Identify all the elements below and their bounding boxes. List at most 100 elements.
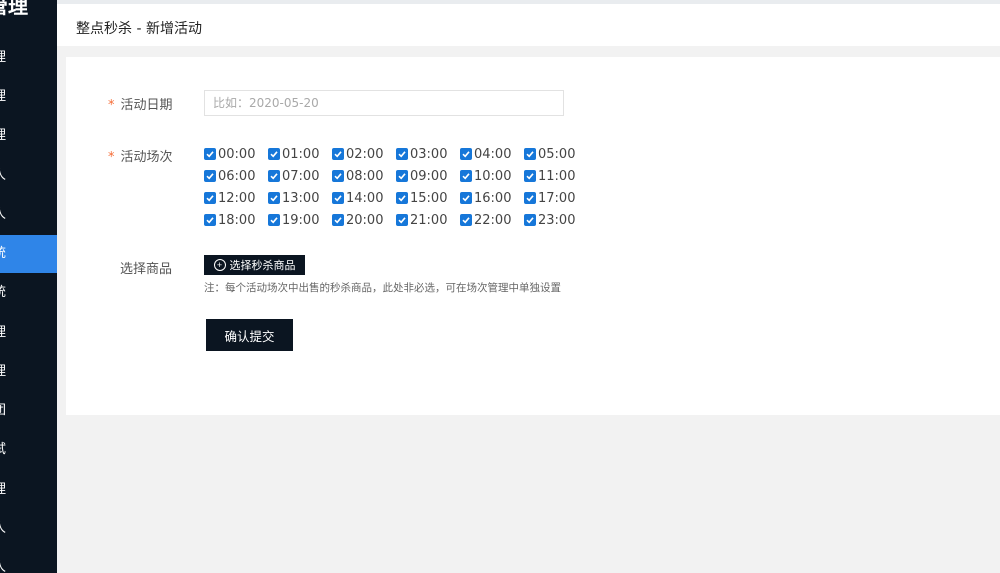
page-title: 整点秒杀 - 新增活动 [76, 21, 202, 37]
session-checkbox[interactable]: 01:00 [268, 144, 319, 164]
session-time: 04:00 [474, 146, 512, 162]
checkmark-icon [460, 170, 472, 182]
checkmark-icon [332, 214, 344, 226]
session-time: 12:00 [218, 190, 256, 206]
session-time: 14:00 [346, 190, 384, 206]
session-time: 08:00 [346, 168, 384, 184]
sidebar-item[interactable]: 统 [0, 235, 57, 273]
checkmark-icon [396, 214, 408, 226]
session-time: 21:00 [410, 212, 448, 228]
session-checkbox[interactable]: 02:00 [332, 144, 383, 164]
checkmark-icon [268, 192, 280, 204]
session-time: 03:00 [410, 146, 448, 162]
required-mark: * [108, 150, 115, 165]
submit-button[interactable]: 确认提交 [206, 319, 293, 351]
checkmark-icon [524, 170, 536, 182]
checkmark-icon [396, 170, 408, 182]
session-checkbox[interactable]: 14:00 [332, 188, 383, 208]
date-input[interactable] [204, 90, 564, 116]
session-checkbox[interactable]: 16:00 [460, 188, 511, 208]
checkmark-icon [332, 148, 344, 160]
session-time: 23:00 [538, 212, 576, 228]
checkmark-icon [204, 214, 216, 226]
sidebar-item[interactable]: 人 [0, 157, 57, 195]
checkmark-icon [204, 170, 216, 182]
session-checkbox[interactable]: 23:00 [524, 210, 575, 230]
sidebar-item[interactable]: 人 [0, 510, 57, 548]
date-label: * 活动日期 [108, 98, 173, 113]
sidebar-item[interactable]: 理 [0, 353, 57, 391]
checkmark-icon [396, 192, 408, 204]
session-time: 09:00 [410, 168, 448, 184]
required-mark: * [108, 98, 115, 113]
session-checkbox[interactable]: 08:00 [332, 166, 383, 186]
session-time: 18:00 [218, 212, 256, 228]
form-panel: *活动日期 *活动场次 00:00 01:00 02:00 03:00 04:00 05:… [66, 57, 1000, 415]
plus-circle-icon: + [213, 259, 226, 271]
session-time: 13:00 [282, 190, 320, 206]
checkmark-icon [204, 192, 216, 204]
sidebar-item[interactable]: 统 [0, 274, 57, 312]
sidebar-item[interactable]: 人 [0, 196, 57, 234]
sidebar-brand: 管理 [0, 0, 28, 18]
session-time: 07:00 [282, 168, 320, 184]
session-time: 00:00 [218, 146, 256, 162]
session-time: 20:00 [346, 212, 384, 228]
session-time: 11:00 [538, 168, 576, 184]
session-checkbox[interactable]: 12:00 [204, 188, 255, 208]
sidebar-item[interactable]: 团 [0, 392, 57, 430]
session-checkbox[interactable]: 10:00 [460, 166, 511, 186]
session-checkbox[interactable]: 21:00 [396, 210, 447, 230]
session-checkbox[interactable]: 09:00 [396, 166, 447, 186]
session-checkbox[interactable]: 11:00 [524, 166, 575, 186]
checkmark-icon [460, 192, 472, 204]
session-time: 15:00 [410, 190, 448, 206]
checkmark-icon [204, 148, 216, 160]
select-goods-button[interactable]: + 选择秒杀商品 [204, 255, 305, 275]
checkmark-icon [524, 148, 536, 160]
session-time: 16:00 [474, 190, 512, 206]
session-time: 02:00 [346, 146, 384, 162]
session-label: * 活动场次 [108, 150, 173, 165]
page-header: 整点秒杀 - 新增活动 [57, 4, 1000, 46]
checkmark-icon [396, 148, 408, 160]
sidebar-item[interactable]: 理 [0, 471, 57, 509]
sidebar: 管理 理理理人人统统理理团试理人人 [0, 0, 57, 573]
sidebar-item[interactable]: 理 [0, 314, 57, 352]
checkmark-icon [332, 192, 344, 204]
checkmark-icon [332, 170, 344, 182]
checkmark-icon [460, 148, 472, 160]
session-checkbox[interactable]: 03:00 [396, 144, 447, 164]
session-checkbox[interactable]: 13:00 [268, 188, 319, 208]
session-time: 05:00 [538, 146, 576, 162]
session-checkbox[interactable]: 06:00 [204, 166, 255, 186]
sidebar-item[interactable]: 人 [0, 549, 57, 573]
session-checkbox[interactable]: 18:00 [204, 210, 255, 230]
checkmark-icon [460, 214, 472, 226]
checkmark-icon [268, 148, 280, 160]
sidebar-item[interactable]: 试 [0, 431, 57, 469]
goods-note: 注：每个活动场次中出售的秒杀商品，此处非必选，可在场次管理中单独设置 [204, 282, 561, 294]
checkmark-icon [268, 170, 280, 182]
session-checkbox[interactable]: 17:00 [524, 188, 575, 208]
session-checkbox[interactable]: 19:00 [268, 210, 319, 230]
session-checkbox[interactable]: 22:00 [460, 210, 511, 230]
session-time: 10:00 [474, 168, 512, 184]
session-time: 01:00 [282, 146, 320, 162]
session-checkbox[interactable]: 05:00 [524, 144, 575, 164]
session-checkbox[interactable]: 20:00 [332, 210, 383, 230]
session-checkbox[interactable]: 04:00 [460, 144, 511, 164]
checkmark-icon [268, 214, 280, 226]
session-time: 06:00 [218, 168, 256, 184]
sidebar-item[interactable]: 理 [0, 78, 57, 116]
sidebar-item[interactable]: 理 [0, 39, 57, 77]
sidebar-item[interactable]: 理 [0, 117, 57, 155]
checkmark-icon [524, 214, 536, 226]
session-checkbox[interactable]: 15:00 [396, 188, 447, 208]
session-time: 22:00 [474, 212, 512, 228]
goods-label: 选择商品 [120, 262, 173, 277]
checkmark-icon [524, 192, 536, 204]
session-time: 17:00 [538, 190, 576, 206]
session-checkbox[interactable]: 00:00 [204, 144, 255, 164]
session-checkbox[interactable]: 07:00 [268, 166, 319, 186]
